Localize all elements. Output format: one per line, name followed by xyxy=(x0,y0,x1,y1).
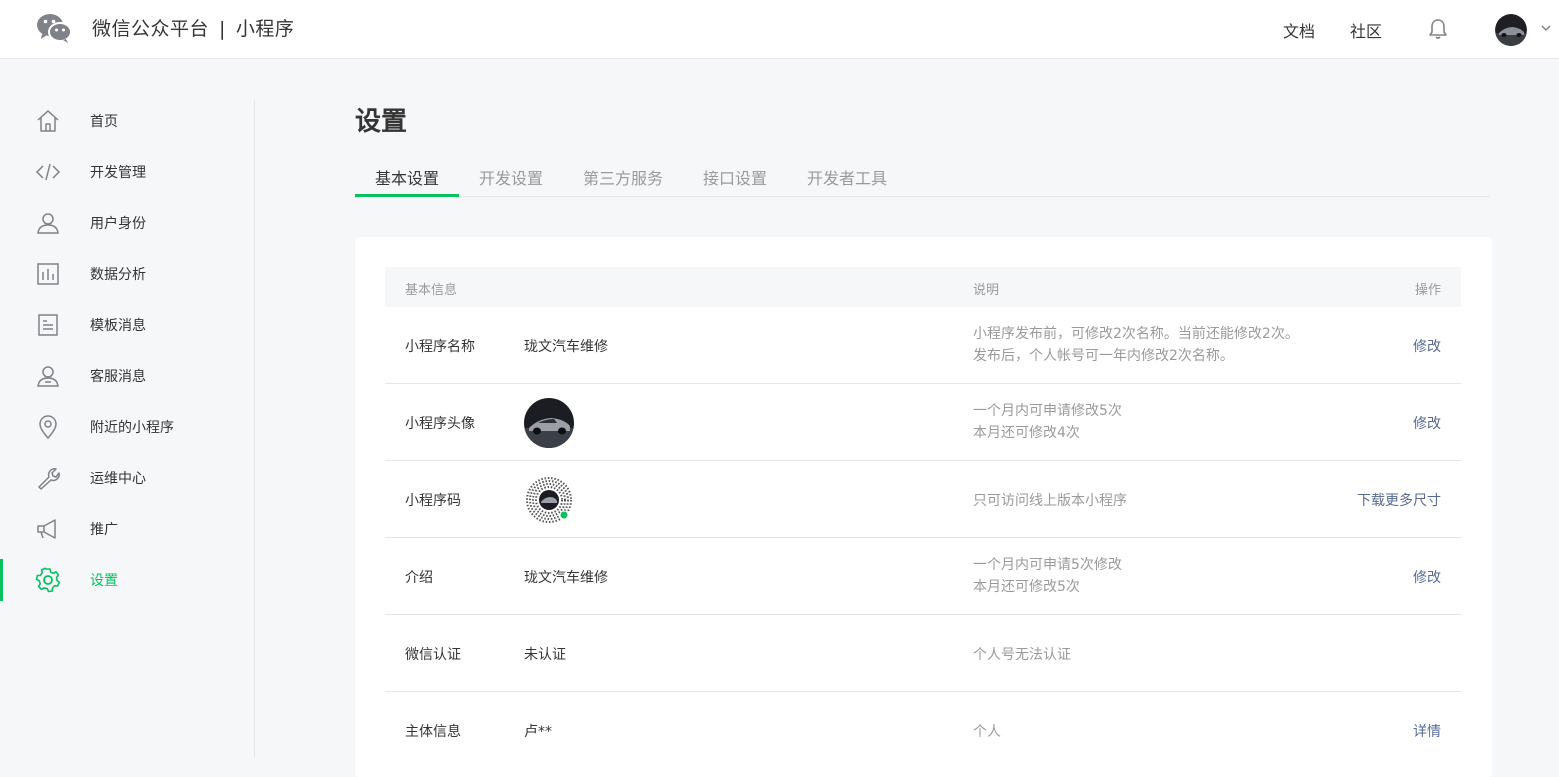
miniprogram-code-image xyxy=(525,476,573,524)
basic-info-card: 基本信息 说明 操作 小程序名称 珑文汽车维修 小程序发布前，可修改2次名称。当… xyxy=(355,237,1492,777)
community-link[interactable]: 社区 xyxy=(1350,18,1382,42)
sidebar-item-label: 数据分析 xyxy=(90,267,146,283)
service-icon xyxy=(37,366,59,387)
row-value: 珑文汽车维修 xyxy=(524,570,608,586)
row-key: 微信认证 xyxy=(405,647,461,663)
bell-icon[interactable] xyxy=(1428,18,1448,40)
row-desc-line: 发布后，个人帐号可一年内修改2次名称。 xyxy=(973,348,1234,364)
row-desc-line: 一个月内可申请5次修改 xyxy=(973,557,1122,573)
sidebar-item-label: 开发管理 xyxy=(90,165,146,181)
details-link[interactable]: 详情 xyxy=(1413,721,1441,741)
active-tab-indicator xyxy=(355,194,459,197)
brand-title[interactable]: 微信公众平台 | 小程序 xyxy=(92,14,294,41)
row-desc: 一个月内可申请5次修改 本月还可修改5次 xyxy=(973,554,1122,598)
sidebar-item-user-identity[interactable]: 用户身份 xyxy=(0,202,254,244)
download-more-sizes-link[interactable]: 下载更多尺寸 xyxy=(1357,490,1441,510)
table-header: 基本信息 说明 操作 xyxy=(385,267,1461,307)
sidebar-item-data-analysis[interactable]: 数据分析 xyxy=(0,253,254,295)
wrench-icon xyxy=(38,468,60,490)
column-header-action: 操作 xyxy=(1414,283,1441,298)
sidebar-item-home[interactable]: 首页 xyxy=(0,100,254,142)
sidebar-item-label: 客服消息 xyxy=(90,369,146,385)
brand-separator: | xyxy=(219,18,226,40)
table-row: 小程序码 只可访问线上版本小程序 下载更多尺寸 xyxy=(385,461,1461,538)
table-row: 主体信息 卢** 个人 详情 xyxy=(385,692,1461,769)
row-desc-line: 个人号无法认证 xyxy=(973,647,1071,663)
sidebar-item-settings[interactable]: 设置 xyxy=(0,559,254,601)
edit-name-link[interactable]: 修改 xyxy=(1413,336,1441,356)
wechat-logo-icon[interactable] xyxy=(36,12,72,44)
settings-tabs: 基本设置 开发设置 第三方服务 接口设置 开发者工具 xyxy=(355,155,1490,197)
sidebar-item-label: 模板消息 xyxy=(90,318,146,334)
table-row: 微信认证 未认证 个人号无法认证 xyxy=(385,615,1461,692)
page-title: 设置 xyxy=(355,107,408,137)
sidebar-item-label: 设置 xyxy=(90,573,118,589)
row-key: 小程序头像 xyxy=(405,416,475,432)
sidebar-item-promotion[interactable]: 推广 xyxy=(0,508,254,550)
row-desc: 小程序发布前，可修改2次名称。当前还能修改2次。 发布后，个人帐号可一年内修改2… xyxy=(973,323,1299,367)
tab-dev-settings[interactable]: 开发设置 xyxy=(479,165,543,189)
table-row: 小程序名称 珑文汽车维修 小程序发布前，可修改2次名称。当前还能修改2次。 发布… xyxy=(385,307,1461,384)
edit-avatar-link[interactable]: 修改 xyxy=(1413,413,1441,433)
tab-developer-tools[interactable]: 开发者工具 xyxy=(807,165,887,189)
sidebar-item-label: 用户身份 xyxy=(90,216,146,232)
sidebar-item-template-message[interactable]: 模板消息 xyxy=(0,304,254,346)
code-icon xyxy=(35,163,61,181)
sidebar-item-ops-center[interactable]: 运维中心 xyxy=(0,457,254,499)
row-value: 卢** xyxy=(524,724,552,740)
sidebar-item-label: 附近的小程序 xyxy=(90,420,174,436)
row-desc-line: 本月还可修改5次 xyxy=(973,579,1080,595)
top-bar: 微信公众平台 | 小程序 文档 社区 xyxy=(0,0,1559,59)
column-header-info: 基本信息 xyxy=(405,283,458,298)
row-value: 未认证 xyxy=(524,647,566,663)
column-header-desc: 说明 xyxy=(973,283,1000,298)
sidebar-item-customer-service[interactable]: 客服消息 xyxy=(0,355,254,397)
row-desc: 一个月内可申请修改5次 本月还可修改4次 xyxy=(973,400,1122,444)
brand-name: 微信公众平台 xyxy=(92,18,210,40)
row-desc-line: 只可访问线上版本小程序 xyxy=(973,493,1127,509)
sidebar: 首页 开发管理 用户身份 数据分析 模板消息 客服消息 附近的小程序 运维中心 … xyxy=(0,100,255,757)
docs-link[interactable]: 文档 xyxy=(1283,18,1315,42)
table-row: 小程序头像 一个月内可申请修改5次 本月还可修改4次 修改 xyxy=(385,384,1461,461)
row-value: 珑文汽车维修 xyxy=(524,339,608,355)
row-desc-line: 个人 xyxy=(973,724,1001,740)
tab-third-party-services[interactable]: 第三方服务 xyxy=(583,165,663,189)
row-key: 主体信息 xyxy=(405,724,461,740)
table-row: 介绍 珑文汽车维修 一个月内可申请5次修改 本月还可修改5次 修改 xyxy=(385,538,1461,615)
row-desc-line: 小程序发布前，可修改2次名称。当前还能修改2次。 xyxy=(973,326,1299,342)
chevron-down-icon[interactable] xyxy=(1540,22,1552,34)
tab-basic-settings[interactable]: 基本设置 xyxy=(375,165,439,189)
miniprogram-avatar xyxy=(524,398,574,448)
product-name: 小程序 xyxy=(235,18,295,40)
location-pin-icon xyxy=(39,415,57,440)
megaphone-icon xyxy=(37,519,56,539)
sidebar-item-nearby-miniprogram[interactable]: 附近的小程序 xyxy=(0,406,254,448)
gear-icon xyxy=(35,567,61,593)
sidebar-item-dev-management[interactable]: 开发管理 xyxy=(0,151,254,193)
row-key: 小程序码 xyxy=(405,493,461,509)
row-desc-line: 一个月内可申请修改5次 xyxy=(973,403,1122,419)
sidebar-item-label: 推广 xyxy=(90,522,118,538)
row-key: 小程序名称 xyxy=(405,339,475,355)
sidebar-item-label: 首页 xyxy=(90,114,118,130)
document-icon xyxy=(38,314,58,336)
sidebar-item-label: 运维中心 xyxy=(90,471,146,487)
edit-intro-link[interactable]: 修改 xyxy=(1413,567,1441,587)
user-avatar[interactable] xyxy=(1495,14,1527,46)
chart-icon xyxy=(37,263,59,285)
row-key: 介绍 xyxy=(405,570,433,586)
home-icon xyxy=(37,110,59,132)
tab-api-settings[interactable]: 接口设置 xyxy=(703,165,767,189)
row-desc-line: 本月还可修改4次 xyxy=(973,425,1080,441)
user-icon xyxy=(37,213,59,234)
